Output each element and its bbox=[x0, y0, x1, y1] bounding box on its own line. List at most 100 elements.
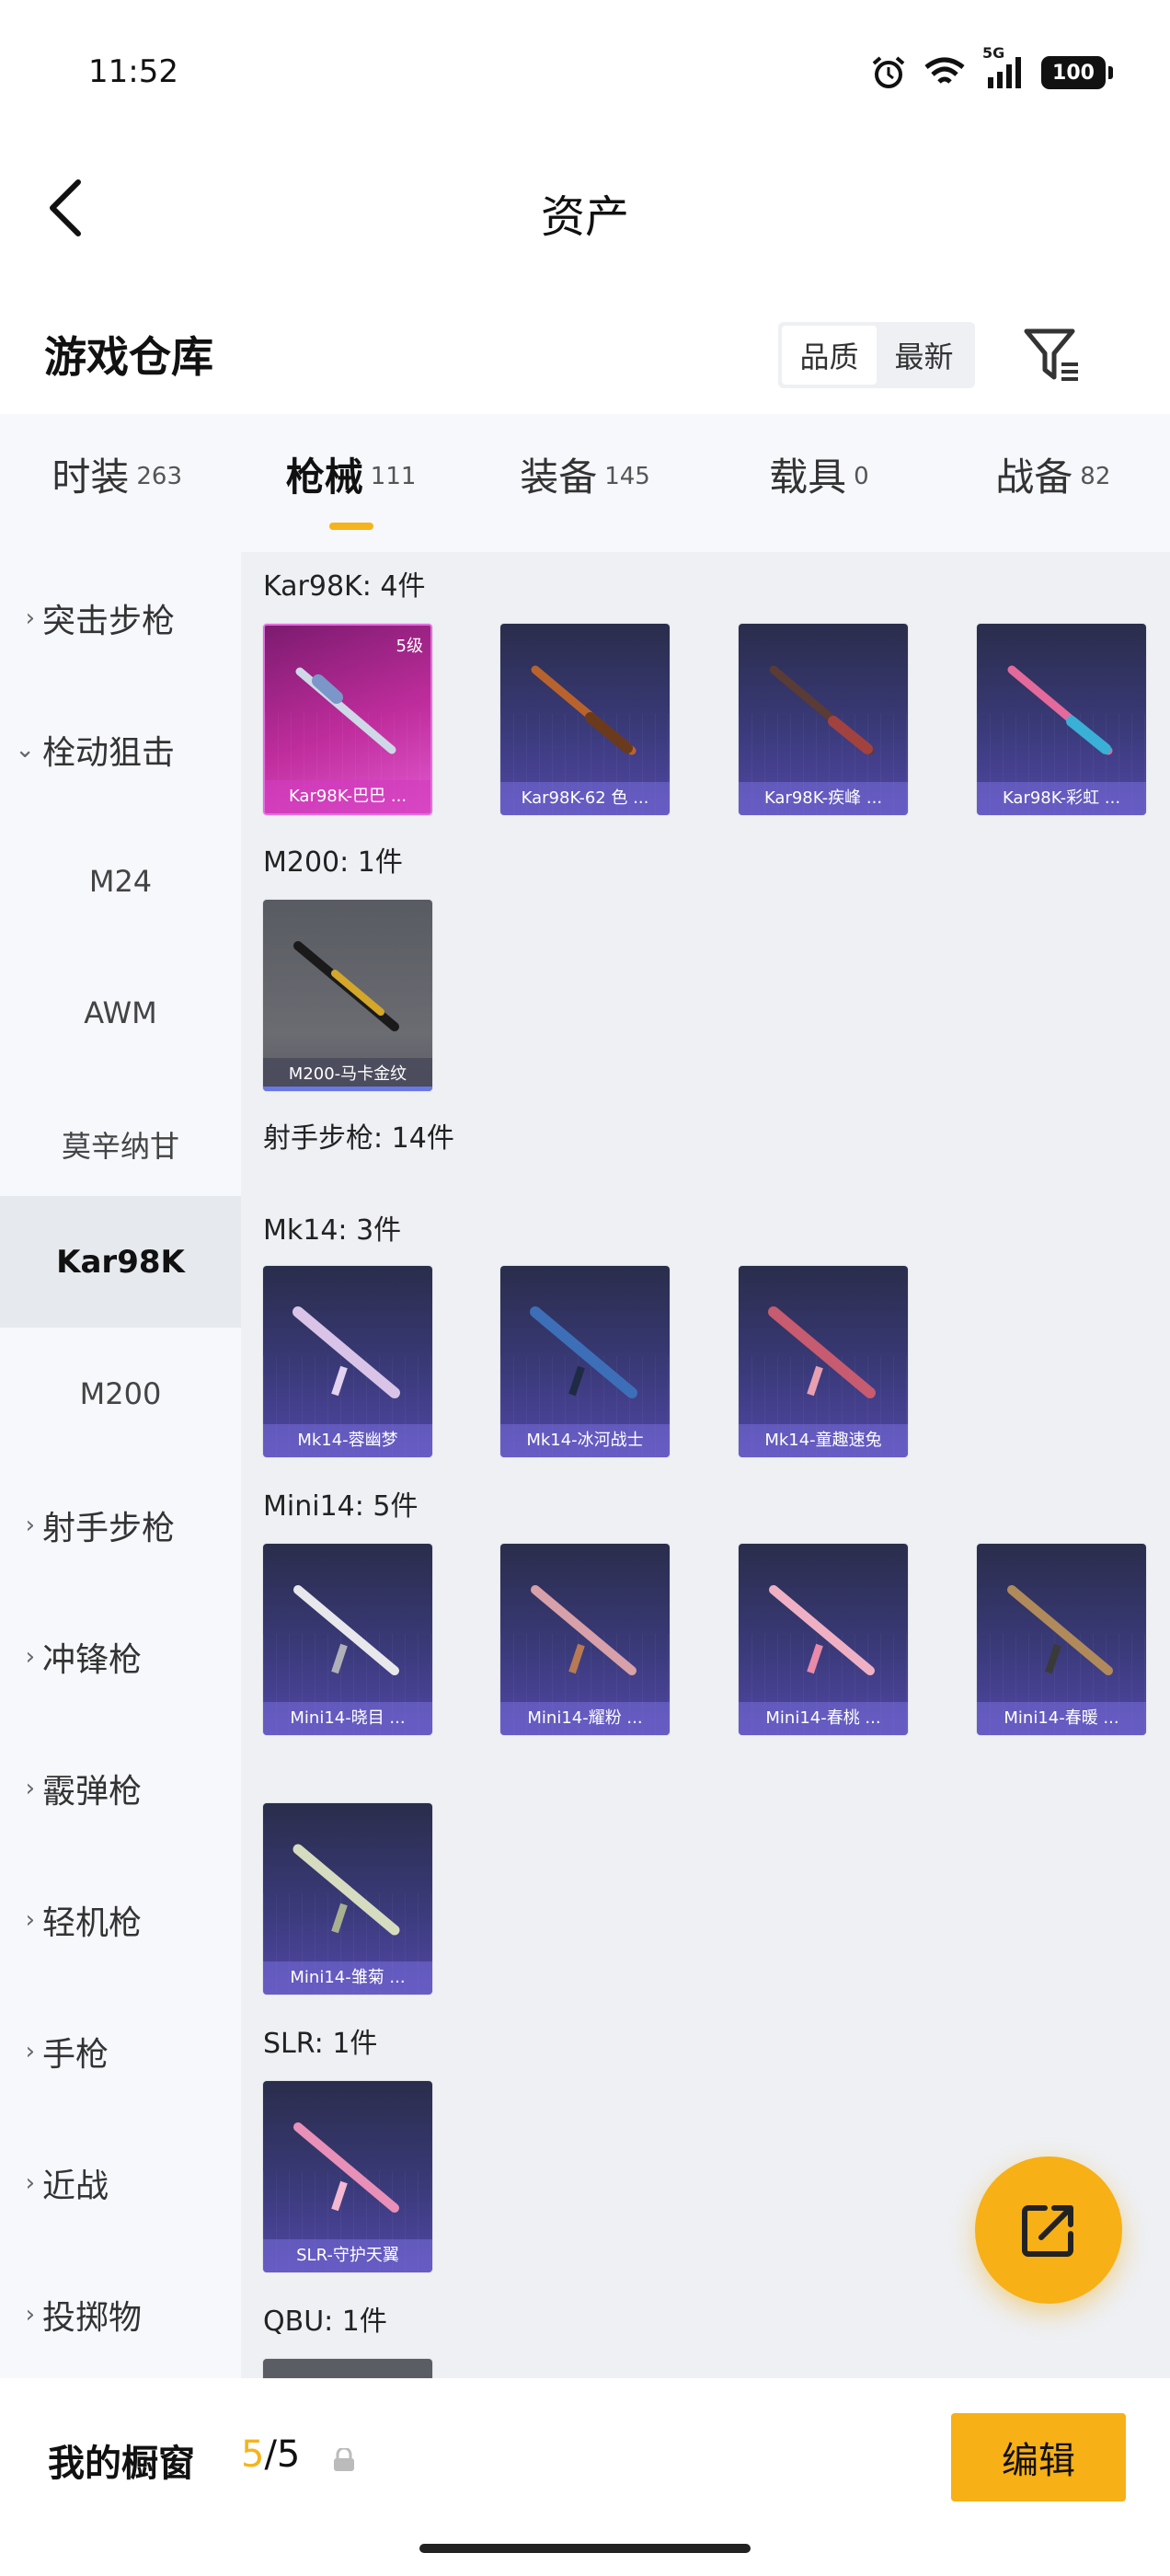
sidebar-item-label: 突击步枪 bbox=[42, 602, 176, 640]
warehouse-row: 游戏仓库 品质 最新 bbox=[0, 304, 1170, 405]
weapon-card[interactable]: Kar98K-疾峰 ... bbox=[739, 624, 908, 815]
chevron-right-icon: › bbox=[25, 1511, 35, 1539]
tab-label: 枪械 bbox=[285, 454, 363, 500]
sidebar-item-assault-rifles[interactable]: › 突击步枪 bbox=[0, 552, 241, 684]
showcase-count: 5/5 bbox=[241, 2433, 300, 2476]
sidebar-item-label: AWM bbox=[84, 995, 157, 1030]
sort-by-newest[interactable]: 最新 bbox=[877, 326, 971, 385]
showcase-count-current: 5 bbox=[241, 2433, 265, 2476]
tab-equipment[interactable]: 装备 145 bbox=[468, 414, 702, 552]
card-label: Mini14-春暖 ... bbox=[977, 1702, 1146, 1735]
weapon-card[interactable]: Mini14-耀粉 ... bbox=[500, 1544, 670, 1735]
edit-button[interactable]: 编辑 bbox=[951, 2413, 1126, 2501]
weapon-card[interactable]: SLR-守护天翼 bbox=[263, 2081, 432, 2272]
card-label: Kar98K-彩虹 ... bbox=[977, 782, 1146, 815]
sidebar-item-pistols[interactable]: › 手枪 bbox=[0, 1985, 241, 2117]
sidebar-item-kar98k[interactable]: Kar98K bbox=[0, 1196, 241, 1328]
showcase-label: 我的橱窗 bbox=[48, 2443, 195, 2485]
card-label: Kar98K-62 色 ... bbox=[500, 782, 670, 815]
status-icons: 5G 100 bbox=[870, 44, 1113, 94]
weapon-card[interactable]: Mk14-童趣速兔 bbox=[739, 1266, 908, 1457]
sidebar-item-mosin[interactable]: 莫辛纳甘 bbox=[0, 1078, 241, 1210]
weapon-card[interactable]: Kar98K-彩虹 ... bbox=[977, 624, 1146, 815]
tab-count: 0 bbox=[854, 463, 869, 490]
weapon-card[interactable]: Mk14-冰河战士 bbox=[500, 1266, 670, 1457]
rifle-icon bbox=[292, 1306, 400, 1398]
chevron-right-icon: › bbox=[25, 2300, 35, 2329]
share-fab[interactable] bbox=[975, 2156, 1122, 2304]
category-tabs: 时装 263 枪械 111 装备 145 载具 0 战备 82 bbox=[0, 414, 1170, 552]
warehouse-title: 游戏仓库 bbox=[44, 332, 213, 382]
wifi-icon bbox=[924, 57, 965, 84]
card-label: Kar98K-巴巴 ... bbox=[265, 780, 430, 813]
weapon-card[interactable]: Kar98K-62 色 ... bbox=[500, 624, 670, 815]
rifle-icon bbox=[769, 665, 875, 755]
cell-signal-icon: 5G bbox=[982, 44, 1025, 90]
chevron-right-icon: › bbox=[25, 2037, 35, 2065]
rifle-icon bbox=[292, 1844, 400, 1936]
filter-button[interactable] bbox=[1021, 324, 1084, 386]
group-title-qbu: QBU: 1件 bbox=[263, 2306, 387, 2338]
sidebar-item-shotguns[interactable]: › 霰弹枪 bbox=[0, 1722, 241, 1854]
sidebar-item-melee[interactable]: › 近战 bbox=[0, 2117, 241, 2248]
sidebar-item-throwables[interactable]: › 投掷物 bbox=[0, 2248, 241, 2380]
weapon-card[interactable] bbox=[263, 2359, 432, 2378]
weapon-card[interactable]: Mini14-春桃 ... bbox=[739, 1544, 908, 1735]
sidebar-item-label: 冲锋枪 bbox=[42, 1640, 143, 1679]
sidebar-item-label: 近战 bbox=[42, 2167, 109, 2205]
chevron-right-icon: › bbox=[25, 2168, 35, 2197]
sidebar-item-m200[interactable]: M200 bbox=[0, 1328, 241, 1459]
tab-count: 145 bbox=[604, 463, 650, 490]
sidebar-item-bolt-action-snipers[interactable]: ⌄ 栓动狙击 bbox=[0, 684, 241, 815]
card-label: Mk14-冰河战士 bbox=[500, 1424, 670, 1457]
weapon-card[interactable]: M200-马卡金纹 bbox=[263, 900, 432, 1091]
tab-vehicles[interactable]: 载具 0 bbox=[702, 414, 935, 552]
tab-label: 时装 bbox=[52, 454, 130, 500]
weapon-card[interactable]: Mk14-蓉幽梦 bbox=[263, 1266, 432, 1457]
tab-label: 载具 bbox=[769, 454, 847, 500]
weapon-card[interactable]: Mini14-晓目 ... bbox=[263, 1544, 432, 1735]
sidebar-item-m24[interactable]: M24 bbox=[0, 815, 241, 947]
weapon-type-sidebar: › 突击步枪 ⌄ 栓动狙击 M24 AWM 莫辛纳甘 Kar98K M200 ›… bbox=[0, 552, 241, 2378]
sidebar-item-label: 霰弹枪 bbox=[42, 1772, 143, 1811]
rifle-icon bbox=[531, 665, 637, 755]
lock-icon bbox=[334, 2448, 354, 2471]
sniper-rifle-icon bbox=[293, 941, 399, 1031]
card-label: Mk14-蓉幽梦 bbox=[263, 1424, 432, 1457]
tab-guns[interactable]: 枪械 111 bbox=[234, 414, 467, 552]
chevron-down-icon: ⌄ bbox=[15, 735, 35, 764]
sidebar-item-smgs[interactable]: › 冲锋枪 bbox=[0, 1591, 241, 1722]
tab-outfits[interactable]: 时装 263 bbox=[0, 414, 234, 552]
filter-icon bbox=[1024, 328, 1078, 381]
sidebar-item-label: M24 bbox=[88, 863, 153, 899]
group-title-kar98k: Kar98K: 4件 bbox=[263, 570, 426, 603]
chevron-right-icon: › bbox=[25, 1642, 35, 1671]
card-label: Mini14-雏菊 ... bbox=[263, 1961, 432, 1995]
rifle-icon bbox=[769, 1585, 875, 1675]
weapon-card[interactable]: 5级 Kar98K-巴巴 ... bbox=[263, 624, 432, 815]
card-label: Mini14-晓目 ... bbox=[263, 1702, 432, 1735]
chevron-right-icon: › bbox=[25, 604, 35, 632]
sidebar-item-label: 投掷物 bbox=[42, 2298, 143, 2337]
weapon-card[interactable]: Mini14-雏菊 ... bbox=[263, 1803, 432, 1995]
sidebar-item-lmgs[interactable]: › 轻机枪 bbox=[0, 1854, 241, 1985]
rifle-icon bbox=[293, 2122, 399, 2213]
sort-toggle: 品质 最新 bbox=[778, 322, 975, 388]
tab-supplies[interactable]: 战备 82 bbox=[936, 414, 1170, 552]
rifle-icon bbox=[531, 1585, 637, 1675]
alarm-icon bbox=[872, 56, 905, 88]
group-title-mk14: Mk14: 3件 bbox=[263, 1214, 402, 1247]
home-indicator bbox=[419, 2544, 751, 2553]
rifle-icon bbox=[768, 1306, 876, 1398]
active-tab-indicator bbox=[328, 523, 373, 530]
sidebar-item-awm[interactable]: AWM bbox=[0, 947, 241, 1078]
weapon-grid: Kar98K: 4件 5级 Kar98K-巴巴 ... Kar98K-62 色 … bbox=[241, 552, 1170, 2378]
weapon-card[interactable]: Mini14-春暖 ... bbox=[977, 1544, 1146, 1735]
group-title-m200: M200: 1件 bbox=[263, 846, 403, 879]
sidebar-item-marksman-rifles[interactable]: › 射手步枪 bbox=[0, 1459, 241, 1591]
sidebar-item-label: 轻机枪 bbox=[42, 1903, 143, 1942]
page-header: 资产 bbox=[0, 147, 1170, 267]
sort-by-quality[interactable]: 品质 bbox=[782, 326, 877, 385]
group-title-marksman: 射手步枪: 14件 bbox=[263, 1122, 454, 1155]
group-title-mini14: Mini14: 5件 bbox=[263, 1490, 419, 1523]
